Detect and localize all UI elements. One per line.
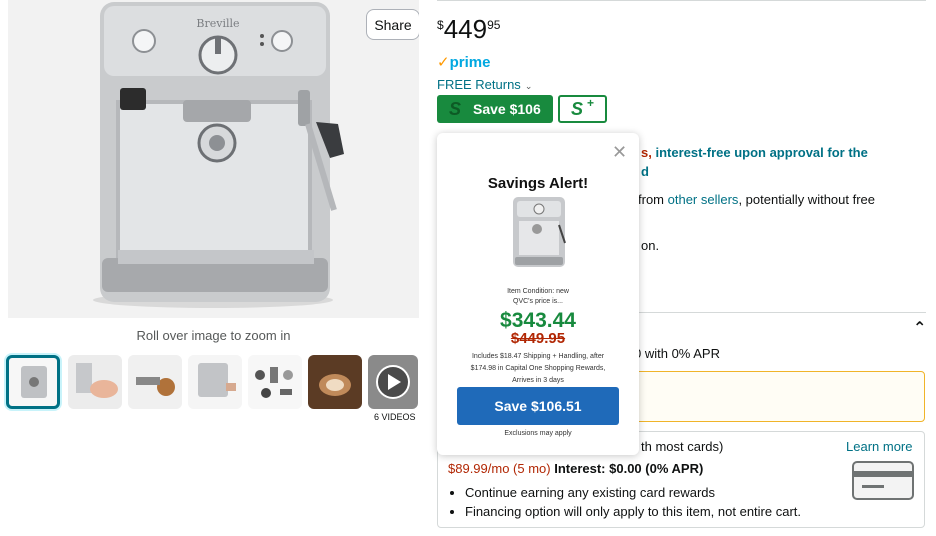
- prime-check-icon: ✓: [437, 54, 450, 71]
- espresso-thumbnail-icon: [21, 366, 47, 398]
- includes-line-3: Arrives in 3 days: [512, 377, 564, 384]
- latte-thumbnail-icon: [308, 355, 362, 409]
- price-whole: 449: [443, 14, 488, 44]
- popup-includes-text: Includes $18.47 Shipping + Handling, aft…: [457, 351, 619, 387]
- divider: [437, 0, 926, 1]
- most-cards-text: th most cards): [641, 439, 724, 454]
- share-button[interactable]: Share: [366, 9, 419, 40]
- thumbnail-1[interactable]: [6, 355, 60, 409]
- free-returns-link[interactable]: FREE Returns ⌄: [437, 77, 532, 92]
- apr-text: 0 with 0% APR: [634, 346, 720, 361]
- save-cta-button[interactable]: Save $106.51: [457, 387, 619, 425]
- divider: [610, 312, 926, 313]
- s-plus-button[interactable]: S +: [558, 95, 607, 123]
- interest-info: Interest: $0.00 (0% APR): [550, 461, 704, 476]
- s-plus-letter: S: [570, 98, 583, 119]
- plus-icon: +: [587, 96, 595, 110]
- close-icon[interactable]: ✕: [612, 142, 627, 163]
- qvc-price-label: QVC's price is...: [513, 298, 563, 305]
- thumbnail-3[interactable]: [128, 355, 182, 409]
- interest-line-2[interactable]: d: [641, 164, 649, 179]
- payment-plan: $89.99/mo (5 mo) Interest: $0.00 (0% APR…: [448, 461, 703, 476]
- price: $44995: [437, 14, 500, 45]
- save-button[interactable]: S Save $106: [437, 95, 553, 123]
- espresso-machine-image: Breville: [8, 0, 419, 318]
- hands-thumbnail-icon: [68, 355, 122, 409]
- credit-card-icon: [852, 461, 914, 500]
- thumbnail-5[interactable]: [248, 355, 302, 409]
- includes-line-2: $174.98 in Capital One Shopping Rewards,: [470, 365, 606, 372]
- other-sellers-text: from other sellers, potentially without …: [638, 192, 875, 207]
- machine-side-thumbnail-icon: [188, 355, 242, 409]
- interest-line-1[interactable]: interest-free upon approval for the: [652, 145, 867, 160]
- sellers-suffix: , potentially without free: [738, 192, 876, 207]
- interest-prefix: s,: [641, 145, 652, 160]
- list-item: Financing option will only apply to this…: [465, 504, 801, 519]
- chevron-down-icon: ⌄: [524, 81, 533, 91]
- price-symbol: $: [437, 18, 444, 32]
- save-button-label: Save $106: [473, 101, 541, 117]
- thumbnail-2[interactable]: [68, 355, 122, 409]
- payment-bullets: Continue earning any existing card rewar…: [465, 485, 801, 523]
- on-text: on.: [641, 238, 660, 253]
- tamper-thumbnail-icon: [128, 355, 182, 409]
- thumbnail-4[interactable]: [188, 355, 242, 409]
- other-sellers-link[interactable]: other sellers: [668, 192, 739, 207]
- includes-line-1: Includes $18.47 Shipping + Handling, aft…: [471, 353, 605, 360]
- thumbnail-video[interactable]: [368, 355, 418, 409]
- product-page: Breville Share Roll over image to zoom i…: [0, 0, 936, 536]
- chevron-up-icon[interactable]: ⌃: [913, 318, 926, 338]
- savings-alert-popup: ✕ Savings Alert! Item Condition: new QVC…: [437, 133, 639, 455]
- price-fraction: 95: [487, 18, 501, 32]
- prime-badge[interactable]: ✓prime: [437, 53, 490, 71]
- thumbnail-6[interactable]: [308, 355, 362, 409]
- zoom-hint: Roll over image to zoom in: [136, 328, 291, 343]
- learn-more-link[interactable]: Learn more: [846, 439, 912, 454]
- free-returns-label: FREE Returns: [437, 77, 521, 92]
- interest-free-text: s, interest-free upon approval for the: [641, 145, 868, 160]
- accessories-thumbnail-icon: [248, 355, 302, 409]
- payment-option-selected[interactable]: [610, 371, 925, 422]
- brand-logo-text: Breville: [196, 17, 239, 30]
- popup-title: Savings Alert!: [487, 175, 589, 192]
- popup-old-price: $449.95: [510, 330, 566, 347]
- videos-count-label: 6 VIDEOS: [374, 412, 416, 422]
- capital-one-shopping-logo-icon: S: [448, 98, 461, 119]
- list-item: Continue earning any existing card rewar…: [465, 485, 801, 500]
- item-condition: Item Condition: new: [507, 288, 569, 295]
- popup-product-image: [513, 197, 566, 267]
- prime-label: prime: [449, 54, 491, 71]
- play-video-icon: [368, 355, 418, 409]
- sellers-prefix: from: [638, 192, 668, 207]
- monthly-payment: $89.99/mo (5 mo): [448, 461, 551, 476]
- exclusions-note: Exclusions may apply: [504, 430, 572, 437]
- main-product-image[interactable]: Breville Share: [8, 0, 419, 318]
